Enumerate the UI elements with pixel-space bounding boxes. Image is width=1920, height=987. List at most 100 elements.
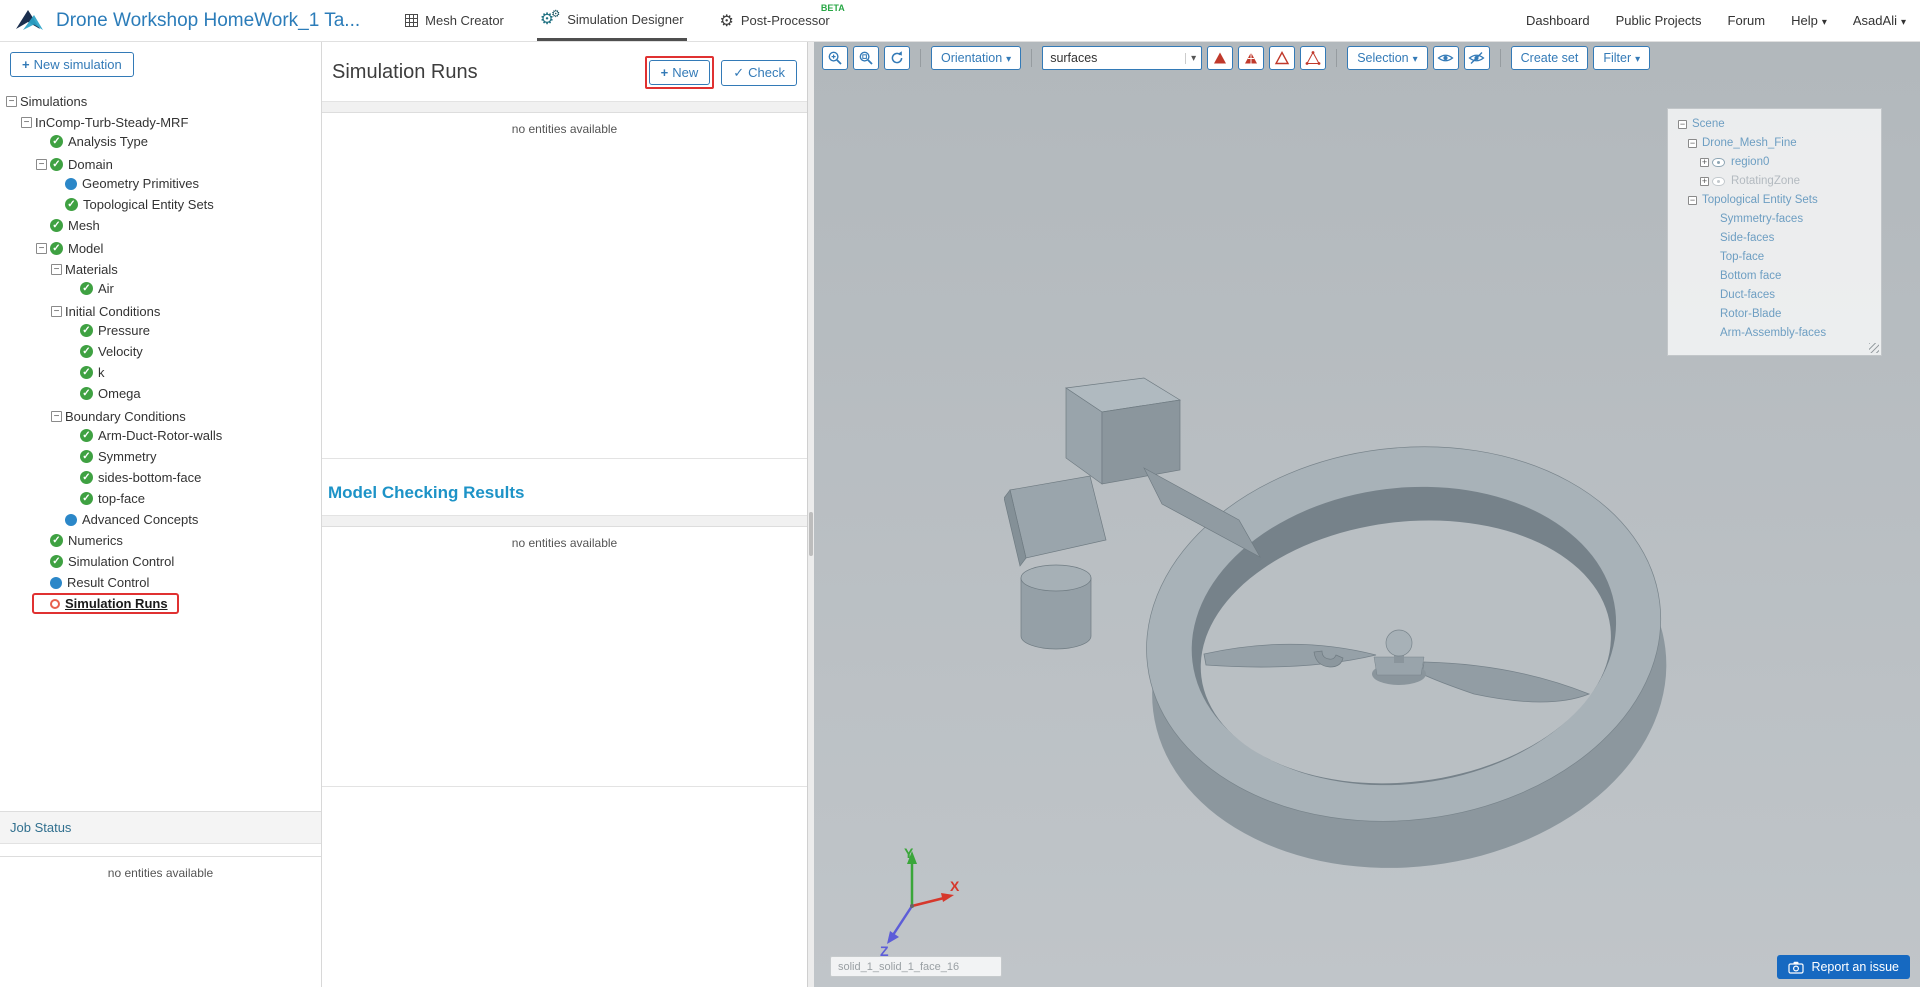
expander-icon[interactable] (51, 306, 62, 317)
viewport-3d[interactable]: Orientation surfaces ▾ (814, 42, 1920, 987)
tree-item[interactable]: Air (0, 278, 321, 299)
render-surface-wireframe-button[interactable] (1238, 46, 1264, 70)
expander-icon[interactable] (66, 367, 77, 378)
tree-item[interactable]: Symmetry (0, 446, 321, 467)
tree-item[interactable]: Simulation Runs (0, 593, 321, 614)
tree-item[interactable]: Analysis Type (0, 131, 321, 152)
workbench-tab[interactable]: Post-Processor BETA (717, 0, 833, 41)
scene-tree-item[interactable]: RotatingZone (1672, 172, 1877, 191)
tree-item[interactable]: Materials (0, 257, 321, 278)
tree-item[interactable]: k (0, 362, 321, 383)
expander-icon[interactable] (6, 96, 17, 107)
expander-icon[interactable] (36, 556, 47, 567)
scene-tree-item[interactable]: Scene (1672, 115, 1877, 134)
tree-item[interactable]: Topological Entity Sets (0, 194, 321, 215)
expander-icon[interactable] (51, 178, 62, 189)
tree-item[interactable]: Model (0, 236, 321, 257)
tree-item[interactable]: Domain (0, 152, 321, 173)
create-set-button[interactable]: Create set (1511, 46, 1589, 70)
scene-tree-item[interactable]: Rotor-Blade (1672, 305, 1877, 324)
scene-tree-item[interactable]: region0 (1672, 153, 1877, 172)
tree-item[interactable]: Boundary Conditions (0, 404, 321, 425)
expander-icon[interactable] (66, 346, 77, 357)
tree-item[interactable]: Numerics (0, 530, 321, 551)
hide-selected-button[interactable] (1464, 46, 1490, 70)
expander-icon[interactable] (66, 325, 77, 336)
expander-icon[interactable] (51, 514, 62, 525)
tree-item[interactable]: top-face (0, 488, 321, 509)
scene-tree-item[interactable]: Symmetry-faces (1672, 210, 1877, 229)
expander-icon[interactable] (1706, 234, 1715, 243)
project-title[interactable]: Drone Workshop HomeWork_1 Ta... (56, 10, 360, 32)
render-surface-button[interactable] (1207, 46, 1233, 70)
expander-icon[interactable] (1706, 272, 1715, 281)
workbench-tab[interactable]: Simulation Designer (537, 0, 687, 41)
expander-icon[interactable] (66, 472, 77, 483)
nav-item[interactable]: Public Projects (1616, 13, 1702, 28)
filter-dropdown[interactable]: Filter (1593, 46, 1650, 70)
simscale-logo[interactable] (14, 6, 44, 36)
expander-icon[interactable] (1706, 329, 1715, 338)
resize-handle[interactable] (1869, 343, 1879, 353)
tree-item[interactable]: Simulation Control (0, 551, 321, 572)
expander-icon[interactable] (36, 159, 47, 170)
expander-icon[interactable] (66, 283, 77, 294)
tree-item[interactable]: Omega (0, 383, 321, 404)
render-wireframe-button[interactable] (1269, 46, 1295, 70)
eye-icon[interactable] (1712, 177, 1725, 186)
new-run-button[interactable]: New (649, 60, 711, 85)
tree-item[interactable]: sides-bottom-face (0, 467, 321, 488)
tree-item[interactable]: Result Control (0, 572, 321, 593)
scene-tree-item[interactable]: Top-face (1672, 248, 1877, 267)
expander-icon[interactable] (66, 451, 77, 462)
scene-tree-item[interactable]: Topological Entity Sets (1672, 191, 1877, 210)
report-issue-button[interactable]: Report an issue (1777, 955, 1910, 979)
orientation-dropdown[interactable]: Orientation (931, 46, 1021, 70)
render-points-button[interactable] (1300, 46, 1326, 70)
expander-icon[interactable] (1700, 177, 1709, 186)
expander-icon[interactable] (36, 598, 47, 609)
scene-tree-item[interactable]: Duct-faces (1672, 286, 1877, 305)
render-mode-select[interactable]: surfaces ▾ (1042, 46, 1202, 70)
expander-icon[interactable] (36, 577, 47, 588)
expander-icon[interactable] (21, 117, 32, 128)
expander-icon[interactable] (51, 264, 62, 275)
expander-icon[interactable] (66, 430, 77, 441)
tree-item[interactable]: Velocity (0, 341, 321, 362)
expander-icon[interactable] (1688, 139, 1697, 148)
new-simulation-button[interactable]: New simulation (10, 52, 134, 77)
workbench-tab[interactable]: Mesh Creator (402, 0, 507, 41)
scene-tree-item[interactable]: Bottom face (1672, 267, 1877, 286)
check-button[interactable]: Check (721, 60, 797, 86)
selection-dropdown[interactable]: Selection (1347, 46, 1427, 70)
expander-icon[interactable] (66, 388, 77, 399)
zoom-fit-button[interactable] (822, 46, 848, 70)
reset-view-button[interactable] (884, 46, 910, 70)
expander-icon[interactable] (66, 493, 77, 504)
expander-icon[interactable] (1688, 196, 1697, 205)
scene-tree-item[interactable]: Side-faces (1672, 229, 1877, 248)
expander-icon[interactable] (36, 243, 47, 254)
tree-item[interactable]: Simulations (0, 89, 321, 110)
expander-icon[interactable] (36, 136, 47, 147)
tree-item[interactable]: Geometry Primitives (0, 173, 321, 194)
tree-item[interactable]: Advanced Concepts (0, 509, 321, 530)
expander-icon[interactable] (36, 220, 47, 231)
tree-item[interactable]: Mesh (0, 215, 321, 236)
tree-item[interactable]: Pressure (0, 320, 321, 341)
expander-icon[interactable] (1678, 120, 1687, 129)
nav-item[interactable]: Forum (1728, 13, 1766, 28)
expander-icon[interactable] (1700, 158, 1709, 167)
nav-item[interactable]: Help (1791, 13, 1827, 28)
expander-icon[interactable] (1706, 291, 1715, 300)
expander-icon[interactable] (1706, 253, 1715, 262)
expander-icon[interactable] (1706, 215, 1715, 224)
drone-model[interactable] (1004, 372, 1684, 912)
expander-icon[interactable] (51, 199, 62, 210)
show-all-button[interactable] (1433, 46, 1459, 70)
expander-icon[interactable] (51, 411, 62, 422)
tree-item[interactable]: Initial Conditions (0, 299, 321, 320)
zoom-box-button[interactable] (853, 46, 879, 70)
expander-icon[interactable] (36, 535, 47, 546)
scene-tree-item[interactable]: Drone_Mesh_Fine (1672, 134, 1877, 153)
